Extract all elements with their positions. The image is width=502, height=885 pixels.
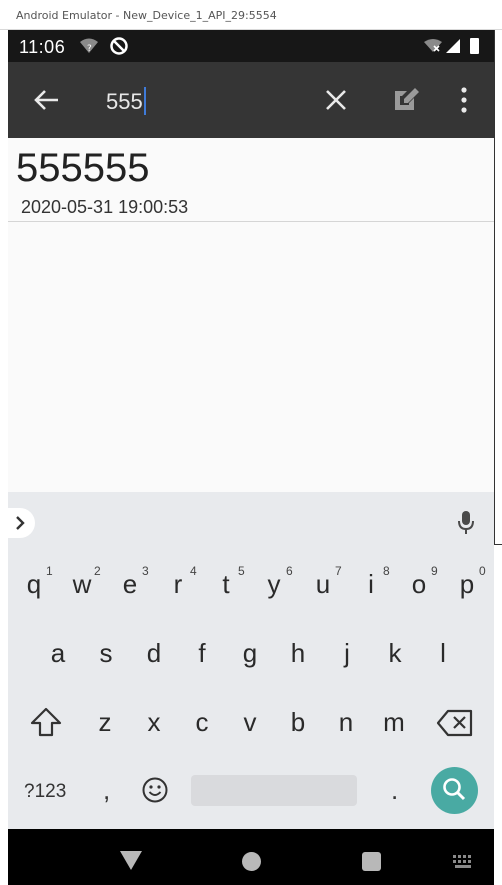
emoji-icon <box>142 777 168 803</box>
edit-icon[interactable] <box>392 85 420 113</box>
key-d[interactable]: d <box>132 638 176 669</box>
wifi-x-icon <box>424 39 442 52</box>
soft-keyboard: ?123 , . q1w2e3r4t5y6u7i8o9p0asdfghjklzx… <box>8 553 494 829</box>
android-nav-bar <box>8 829 494 885</box>
period-key[interactable]: . <box>391 775 398 806</box>
search-icon <box>443 778 466 801</box>
key-s[interactable]: s <box>84 638 128 669</box>
key-b[interactable]: b <box>276 707 320 738</box>
key-hint-number: 5 <box>238 564 245 578</box>
search-input[interactable]: 555 <box>106 87 146 115</box>
clear-icon[interactable] <box>324 88 348 112</box>
comma-key[interactable]: , <box>103 775 110 806</box>
key-j[interactable]: j <box>325 638 369 669</box>
key-hint-number: 9 <box>431 564 438 578</box>
key-c[interactable]: c <box>180 707 224 738</box>
note-date: 2020-05-31 19:00:53 <box>21 197 189 217</box>
key-m[interactable]: m <box>372 707 416 738</box>
more-vert-icon[interactable] <box>456 86 472 114</box>
battery-icon <box>470 38 479 54</box>
emulator-title-bar: Android Emulator - New_Device_1_API_29:5… <box>0 0 502 30</box>
data-saver-icon <box>110 37 128 55</box>
status-time: 11:06 <box>19 37 66 57</box>
key-n[interactable]: n <box>324 707 368 738</box>
key-hint-number: 4 <box>190 564 197 578</box>
key-x[interactable]: x <box>132 707 176 738</box>
key-hint-number: 7 <box>335 564 342 578</box>
key-v[interactable]: v <box>228 707 272 738</box>
signal-icon <box>446 39 460 53</box>
key-hint-number: 1 <box>46 564 53 578</box>
key-h[interactable]: h <box>276 638 320 669</box>
shift-icon <box>30 707 62 737</box>
back-arrow-icon[interactable] <box>32 86 60 114</box>
emoji-key[interactable] <box>141 776 169 809</box>
emulator-side-frame <box>494 30 502 545</box>
key-hint-number: 6 <box>286 564 293 578</box>
status-bar: 11:06 ? <box>8 30 494 62</box>
key-f[interactable]: f <box>180 638 224 669</box>
list-item[interactable]: 555555 2020-05-31 19:00:53 <box>8 138 494 222</box>
text-cursor <box>143 87 146 115</box>
search-toolbar: 555 <box>8 62 494 138</box>
key-g[interactable]: g <box>228 638 272 669</box>
wifi-question-icon: ? <box>80 38 98 54</box>
status-left-icons: ? <box>78 36 130 61</box>
key-hint-number: 3 <box>142 564 149 578</box>
nav-recents-icon[interactable] <box>362 852 381 871</box>
shift-key[interactable] <box>29 706 63 743</box>
status-right-icons <box>424 37 484 60</box>
key-hint-number: 0 <box>479 564 486 578</box>
key-k[interactable]: k <box>373 638 417 669</box>
microphone-icon[interactable] <box>456 510 476 536</box>
key-l[interactable]: l <box>421 638 465 669</box>
search-key[interactable] <box>431 767 478 814</box>
emulator-title: Android Emulator - New_Device_1_API_29:5… <box>16 9 277 22</box>
svg-text:?: ? <box>87 44 92 54</box>
space-key[interactable] <box>191 775 357 806</box>
keyboard-suggestion-strip <box>8 492 494 553</box>
key-z[interactable]: z <box>83 707 127 738</box>
note-title: 555555 <box>16 146 150 190</box>
nav-home-icon[interactable] <box>242 852 261 871</box>
expand-toolbar-button[interactable] <box>8 508 35 538</box>
backspace-key[interactable] <box>436 709 474 742</box>
key-hint-number: 8 <box>383 564 390 578</box>
search-input-text: 555 <box>106 89 143 114</box>
phone-screen: 11:06 ? 555 555555 2020-05-31 19:00:53 ?… <box>8 30 494 885</box>
keyboard-switch-icon[interactable] <box>453 855 475 869</box>
key-hint-number: 2 <box>94 564 101 578</box>
key-a[interactable]: a <box>36 638 80 669</box>
chevron-right-icon <box>16 516 25 530</box>
symbols-key[interactable]: ?123 <box>24 781 66 803</box>
nav-back-icon[interactable] <box>120 851 142 871</box>
backspace-icon <box>436 709 473 737</box>
